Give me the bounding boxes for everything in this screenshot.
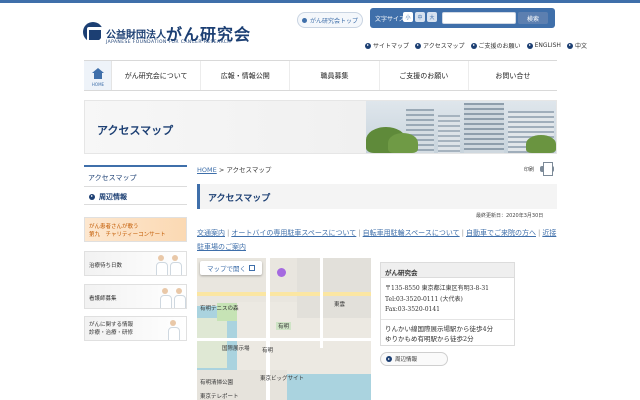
link-car-visitors[interactable]: 自動車でご来院の方へ	[466, 229, 536, 237]
search-button-label: 検索	[526, 15, 539, 23]
open-in-maps-button[interactable]: マップで開く	[200, 261, 262, 275]
bullet-icon	[301, 17, 307, 23]
sidebar-banner-concert[interactable]: がん患者さんが歌う 第九 チャリティーコンサート	[84, 217, 187, 242]
global-nav: HOME がん研究会について 広報・情報公開 職員募集 ご支援のお願い お問い合…	[84, 60, 557, 91]
nav-item-careers[interactable]: 職員募集	[290, 61, 380, 90]
arrow-circle-icon	[386, 356, 392, 362]
arrow-circle-icon	[526, 42, 533, 49]
nav-home-label: HOME	[91, 82, 105, 87]
home-icon	[92, 68, 104, 79]
breadcrumb-home[interactable]: HOME	[197, 166, 217, 174]
arrow-circle-icon	[566, 42, 573, 49]
logo-english-text: JAPANESE FOUNDATION FOR CANCER RESEARCH	[106, 40, 232, 45]
address-tel: Tel:03-3520-0111 (大代表)	[385, 295, 463, 303]
map-road	[197, 292, 371, 296]
util-link-chinese[interactable]: 中文	[566, 41, 587, 50]
breadcrumb-separator: >	[218, 166, 225, 174]
search-input[interactable]	[442, 12, 516, 24]
hospital-photo	[366, 101, 556, 153]
map-road	[320, 258, 323, 348]
map-road	[197, 338, 371, 341]
map-label: 有明	[262, 348, 274, 354]
util-link-support[interactable]: ご支援のお願い	[470, 41, 521, 50]
sidebar-item-nearby[interactable]: 周辺情報	[84, 189, 187, 205]
address-heading: がん研究会	[381, 263, 514, 278]
utility-links: サイトマップ アクセスマップ ご支援のお願い ENGLISH 中文	[365, 41, 587, 50]
link-transport[interactable]: 交通案内	[197, 229, 225, 237]
sidebar-banner-nurse-recruit[interactable]: 看護師募集	[84, 284, 187, 309]
address-fax: Fax:03-3520-0141	[385, 306, 440, 313]
sidebar-banner-cancer-info[interactable]: がんに関する情報 診療・治療・研修	[84, 316, 187, 341]
font-size-medium-button[interactable]: 中	[415, 12, 425, 22]
banner-title: アクセスマップ	[97, 124, 174, 137]
access-rinkai: りんかい線国際展示場駅から徒歩4分	[385, 324, 494, 333]
nav-home[interactable]: HOME	[84, 61, 112, 90]
link-bicycle-parking[interactable]: 自転車用駐輪スペースについて	[363, 229, 460, 237]
nav-item-about[interactable]: がん研究会について	[112, 61, 202, 90]
print-label[interactable]: 印刷	[524, 166, 534, 173]
font-size-label: 文字サイズ	[375, 16, 405, 23]
util-link-sitemap[interactable]: サイトマップ	[365, 41, 409, 50]
site-logo[interactable]: 公益財団法人がん研究会 JAPANESE FOUNDATION FOR CANC…	[83, 21, 250, 47]
sidebar-heading[interactable]: アクセスマップ	[84, 165, 187, 187]
map-label: 東京テレポート	[200, 394, 239, 400]
address-postal: 〒135-8550 東京都江東区有明3-8-31	[385, 285, 489, 292]
breadcrumb-current: アクセスマップ	[226, 166, 272, 174]
font-size-large-button[interactable]: 大	[427, 12, 437, 22]
external-link-icon	[249, 265, 255, 271]
map-label: 有明	[276, 322, 292, 330]
arrow-circle-icon	[415, 42, 422, 49]
breadcrumb: HOME > アクセスマップ	[197, 164, 271, 174]
sidebar-item-label: 周辺情報	[99, 192, 127, 201]
foundation-top-button[interactable]: がん研究会トップ	[297, 12, 363, 28]
map-label: 東京ビッグサイト	[260, 376, 305, 382]
nearby-info-button[interactable]: 周辺情報	[380, 352, 448, 366]
foundation-top-label: がん研究会トップ	[309, 17, 358, 25]
arrow-circle-icon	[470, 42, 477, 49]
search-button[interactable]: 検索	[518, 12, 548, 24]
link-motorcycle-parking[interactable]: オートバイの専用駐車スペースについて	[231, 229, 356, 237]
last-updated: 最終更新日：2020年3月30日	[476, 213, 544, 219]
nearby-info-label: 周辺情報	[395, 357, 418, 363]
address-box: がん研究会 〒135-8550 東京都江東区有明3-8-31 Tel:03-35…	[380, 262, 515, 346]
map-label: 有明清掃公園	[200, 380, 234, 386]
access-yurikamome: ゆりかもめ有明駅から徒歩2分	[385, 335, 474, 343]
printer-icon[interactable]	[539, 161, 555, 176]
map-label: 有明テニスの森	[200, 306, 239, 312]
map-label: 東雲	[334, 302, 346, 308]
font-size-small-button[interactable]: 小	[403, 12, 413, 22]
top-accent-line	[0, 0, 640, 3]
map-label: 国際展示場	[222, 346, 250, 352]
arrow-circle-icon	[365, 42, 371, 49]
map-pin-icon[interactable]	[277, 268, 286, 277]
nav-item-contact[interactable]: お問い合せ	[469, 61, 557, 90]
arrow-circle-icon	[89, 193, 95, 200]
util-link-access[interactable]: アクセスマップ	[415, 41, 465, 50]
nav-item-pr[interactable]: 広報・情報公開	[201, 61, 291, 90]
logo-mark-icon	[83, 22, 103, 42]
util-link-english[interactable]: ENGLISH	[526, 41, 561, 50]
nav-item-support[interactable]: ご支援のお願い	[380, 61, 469, 90]
page-title: アクセスマップ	[197, 184, 557, 209]
access-links: 交通案内 | オートバイの専用駐車スペースについて | 自転車用駐輪スペースについて | 自…	[197, 229, 557, 251]
sidebar-banner-waiting-days[interactable]: 治療待ち日数	[84, 251, 187, 276]
page-banner: アクセスマップ	[84, 100, 557, 154]
